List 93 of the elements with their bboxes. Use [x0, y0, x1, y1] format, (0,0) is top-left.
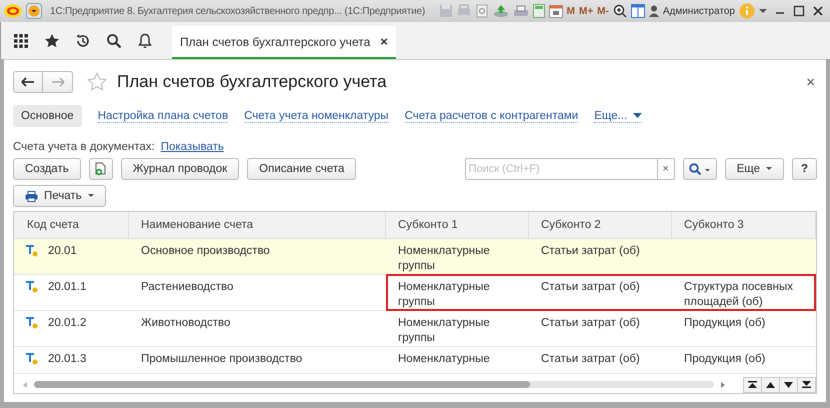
previous-row-button[interactable] [761, 376, 780, 392]
up-icon [766, 382, 775, 388]
caret-icon [88, 194, 94, 198]
user-icon [648, 5, 659, 17]
column-header[interactable]: Код счета [14, 212, 129, 238]
account-code: 20.01.1 [48, 280, 86, 295]
field-label: Счета учета в документах: [13, 141, 155, 153]
to-top-icon [748, 381, 757, 388]
subconto-cell: Номенклатурные группы [398, 245, 490, 272]
menu-icon[interactable] [26, 3, 42, 19]
column-header[interactable]: Субконто 2 [529, 212, 672, 238]
caret-icon [766, 167, 772, 171]
command-button[interactable]: Создать [13, 158, 81, 180]
account-name: Животноводство [140, 316, 232, 331]
table-row[interactable]: 20.01 Основное производство Номенклатурные группы Статьи затрат (об) [14, 239, 816, 275]
account-name: Основное производство [140, 244, 271, 259]
account-icon [26, 316, 38, 329]
zoom-in-icon[interactable] [612, 4, 627, 18]
left-arrow-icon [21, 77, 35, 87]
account-name: Растениеводство [140, 280, 234, 295]
subconto-cell: Структура посевных площадей (об) [684, 281, 793, 308]
account-code: 20.01.3 [48, 352, 86, 367]
bell-icon[interactable] [137, 32, 153, 48]
scroll-right-icon[interactable] [720, 382, 726, 388]
search-icon [688, 163, 711, 175]
subconto-cell: Продукция (об) [684, 353, 766, 365]
tab-label: План счетов бухгалтерского учета [180, 34, 370, 48]
help-button[interactable]: ? [792, 158, 817, 180]
window-title: 1С:Предприятие 8. Бухгалтерия сельскохозяйственного предпр... (1С:Предприятие) [50, 6, 425, 16]
account-code: 20.01.2 [48, 316, 86, 331]
down-icon [784, 382, 793, 388]
add-document-icon [94, 162, 107, 176]
caret-icon[interactable] [759, 8, 767, 14]
section-tab[interactable]: Счета расчетов с контрагентами [404, 110, 578, 122]
caret-icon [633, 112, 642, 118]
search-icon[interactable] [106, 32, 122, 48]
star-icon[interactable] [44, 32, 60, 48]
first-row-button[interactable] [743, 376, 762, 392]
subconto-cell: Статьи затрат (об) [541, 353, 640, 365]
apps-grid-icon[interactable] [13, 32, 29, 48]
section-tab[interactable]: Основное [13, 105, 82, 127]
next-row-button[interactable] [779, 376, 798, 392]
memory-button[interactable]: M [566, 6, 575, 16]
history-icon[interactable] [75, 32, 91, 48]
back-button[interactable] [13, 71, 43, 93]
table-row[interactable]: 20.01.1 Растениеводство Номенклатурные группы Статьи затрат (об) Структура посевных площадей (об) [14, 275, 816, 311]
scanner-icon[interactable] [512, 4, 529, 18]
scrollbar-thumb[interactable] [34, 381, 530, 388]
memory-button[interactable]: M+ [579, 6, 594, 16]
account-icon [26, 280, 38, 293]
column-header[interactable]: Наименование счета [129, 212, 386, 238]
printer-icon [25, 190, 38, 202]
subconto-cell: Статьи затрат (об) [541, 245, 640, 257]
user-name[interactable]: Администратор [662, 6, 735, 16]
command-button[interactable]: Описание счета [247, 158, 356, 180]
add-document-button[interactable] [88, 158, 113, 180]
search-field[interactable]: Поиск (Ctrl+F) [464, 158, 657, 180]
subconto-cell: Статьи затрат (об) [541, 281, 640, 293]
account-icon [26, 244, 38, 257]
account-code: 20.01 [48, 244, 77, 259]
last-row-button[interactable] [797, 376, 816, 392]
right-arrow-icon [50, 77, 64, 87]
account-name: Промышленное производство [140, 352, 304, 367]
subconto-cell: Номенклатурные группы [398, 281, 490, 308]
subconto-cell: Номенклатурные группы [398, 317, 490, 344]
subconto-cell: Статьи затрат (об) [541, 317, 640, 329]
memory-button[interactable]: M- [597, 6, 609, 16]
form-close[interactable]: × [806, 74, 815, 90]
tab-close[interactable]: × [380, 34, 388, 49]
form-title: План счетов бухгалтерского учета [117, 72, 387, 92]
panels-icon[interactable] [630, 4, 645, 18]
subconto-cell: Номенклатурные [398, 353, 490, 365]
column-header[interactable]: Субконто 1 [386, 212, 529, 238]
close-icon[interactable] [812, 5, 824, 17]
more-button[interactable]: Еще [724, 158, 784, 180]
section-tab[interactable]: Счета учета номенклатуры [244, 110, 389, 122]
print-button[interactable]: Печать [13, 185, 106, 207]
preview-icon[interactable] [474, 4, 489, 18]
subconto-cell: Продукция (об) [684, 317, 766, 329]
search-button[interactable] [682, 158, 717, 180]
calendar-icon[interactable] [548, 4, 563, 18]
account-icon [26, 352, 38, 365]
to-bottom-icon [802, 381, 811, 388]
column-header[interactable]: Субконто 3 [672, 212, 816, 238]
maximize-icon[interactable] [793, 5, 805, 17]
logo-icon [4, 4, 22, 18]
more-link[interactable]: Еще... [594, 110, 642, 122]
open-tab[interactable]: План счетов бухгалтерского учета × [172, 26, 396, 59]
command-button[interactable]: Журнал проводок [120, 158, 240, 180]
section-tab[interactable]: Настройка плана счетов [98, 110, 228, 122]
show-link[interactable]: Показывать [160, 141, 224, 153]
favorite-star-icon[interactable] [87, 72, 107, 92]
clear-search-button[interactable]: × [656, 158, 675, 180]
